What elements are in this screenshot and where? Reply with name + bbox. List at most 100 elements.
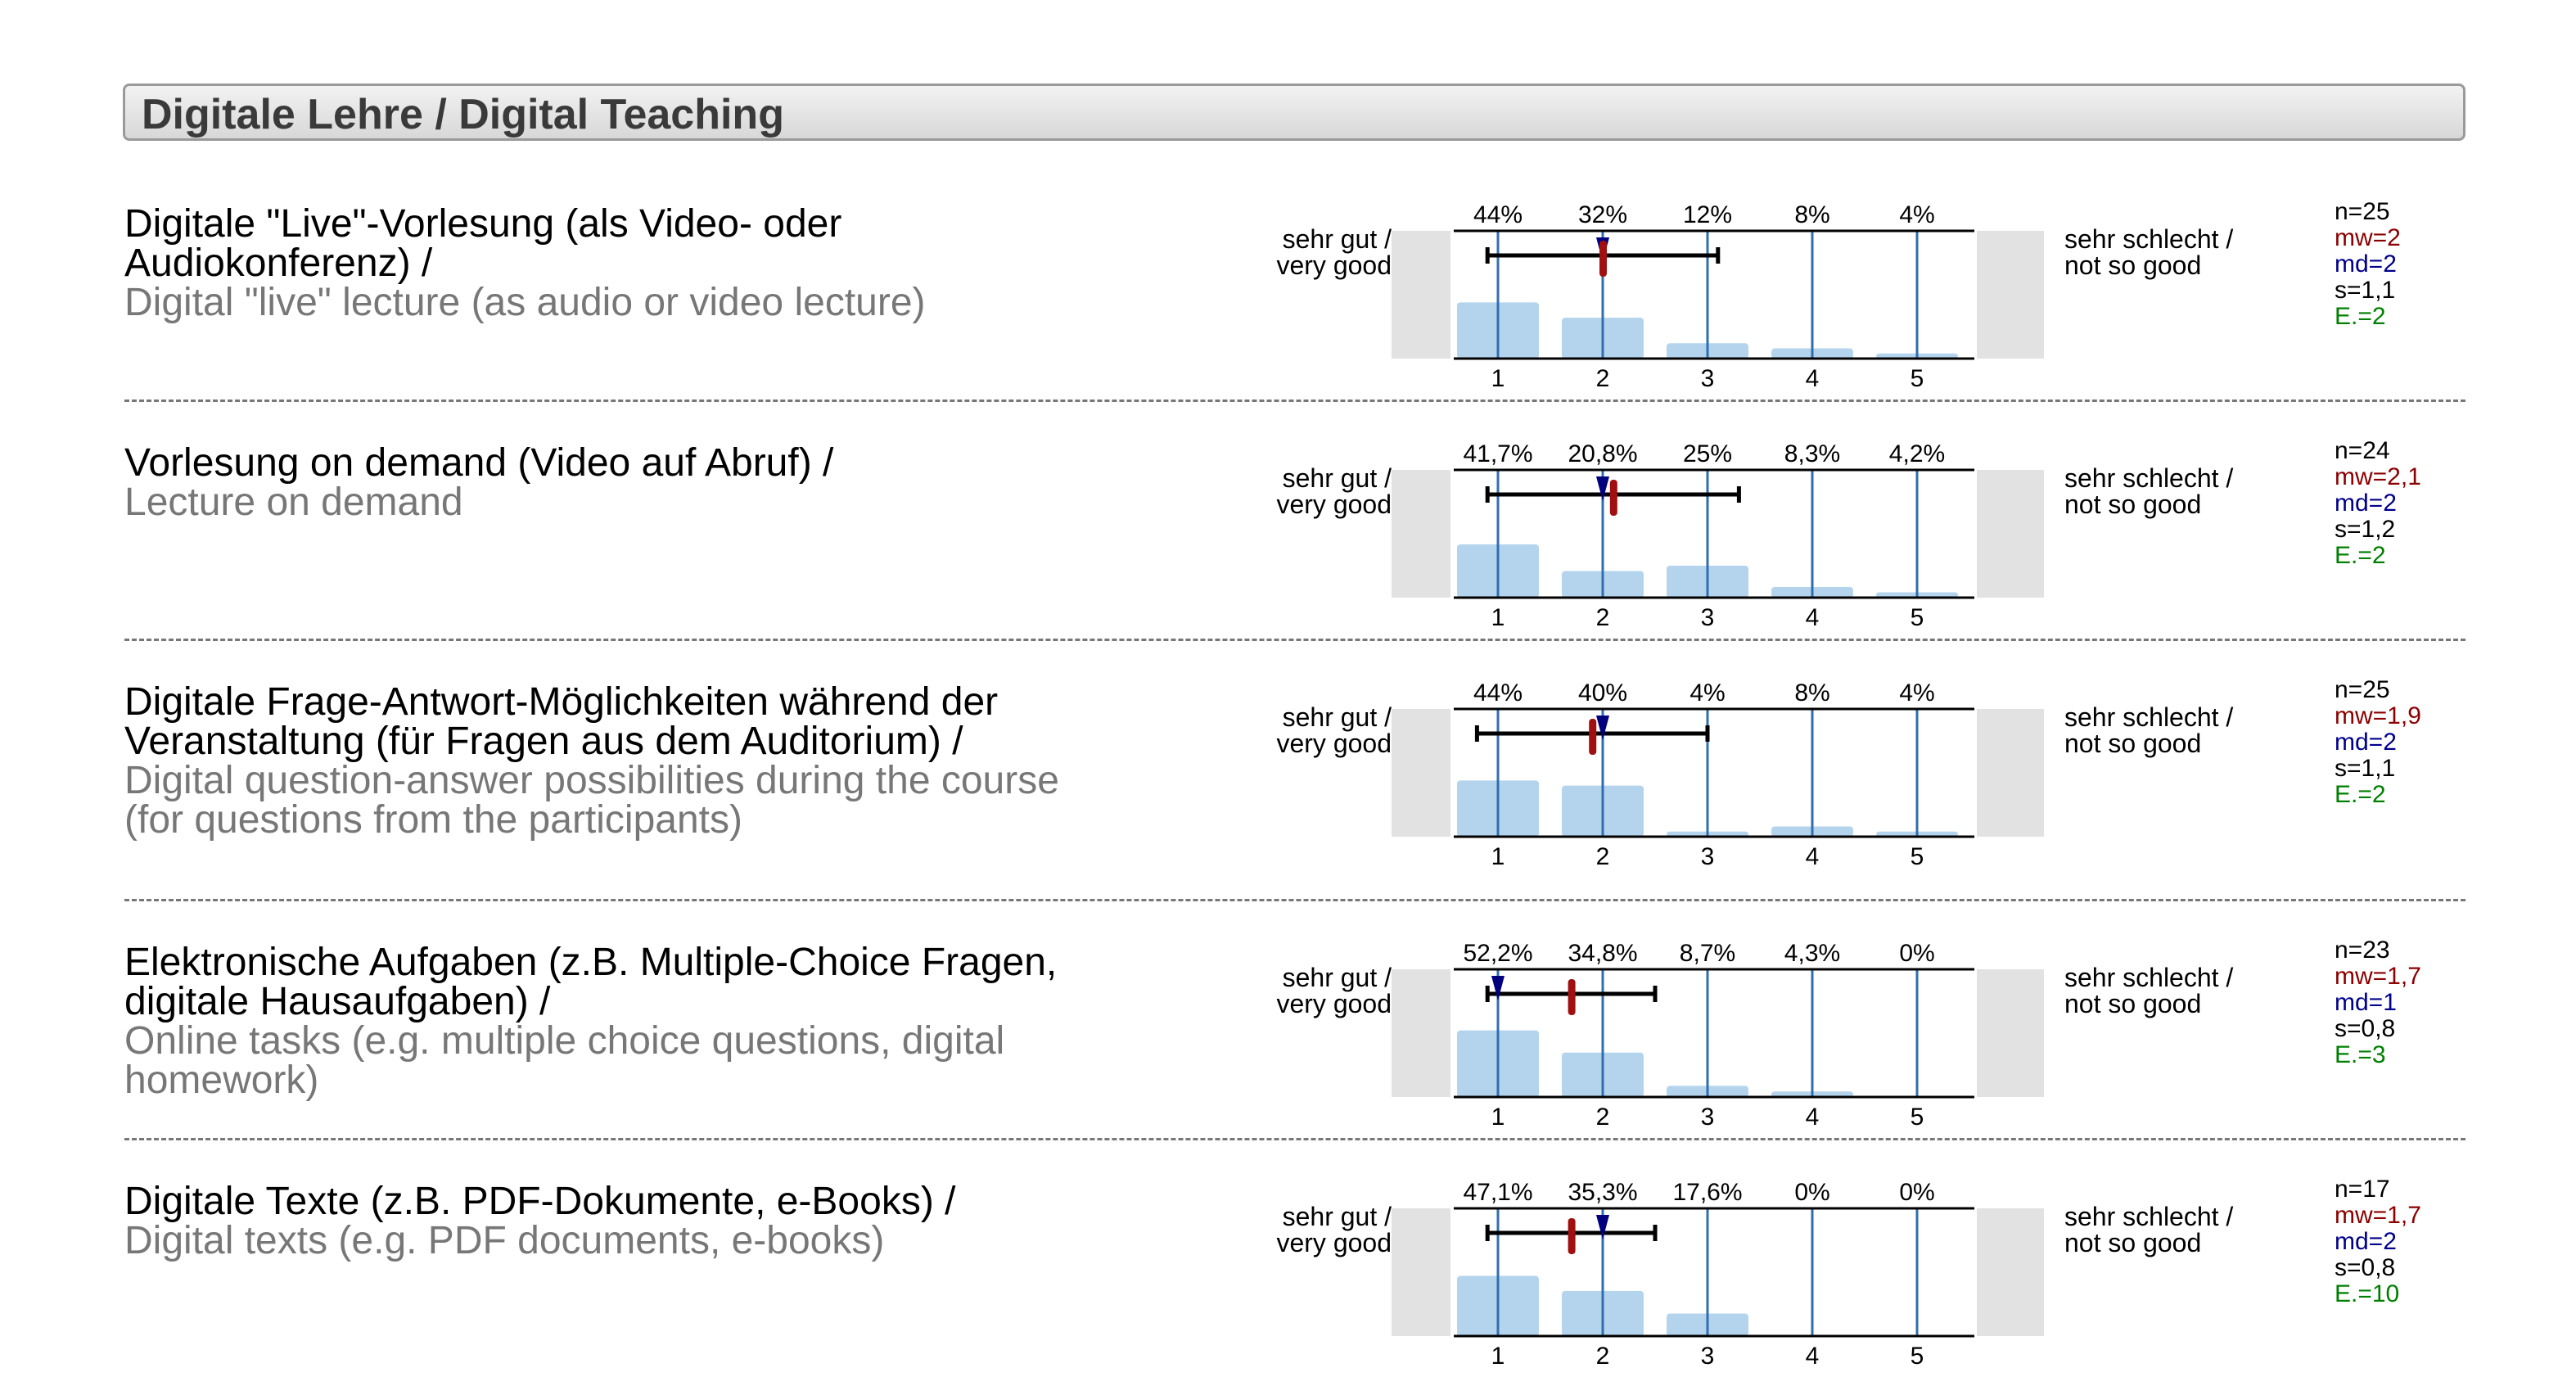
percent-label: 4% [1690,679,1725,707]
scale-label-right-en: not so good [2064,989,2202,1018]
scale-label-left-de: sehr gut / [1282,1202,1392,1231]
question-text: Elektronische Aufgaben (z.B. Multiple-Ch… [124,943,1123,1100]
stat-n: n=17 [2335,1176,2390,1203]
percent-label: 32% [1578,201,1627,228]
scale-label-left-en: very good [1276,1228,1392,1257]
scale-label-right-de: sehr schlecht / [2064,463,2234,493]
row-divider [124,1138,2465,1140]
side-panel-right [1977,709,2044,837]
percent-label: 12% [1683,201,1732,228]
tick-label: 3 [1701,1343,1715,1370]
median-marker [1491,976,1505,1000]
stat-sd: s=1,2 [2335,516,2396,543]
percent-label: 44% [1473,679,1523,707]
scale-label-left: sehr gut / very good [1228,465,1392,517]
row-divider [124,400,2465,402]
scale-label-left-de: sehr gut / [1282,702,1392,732]
scale-label-right-de: sehr schlecht / [2064,224,2234,254]
stat-sd: s=1,1 [2335,755,2396,782]
scale-label-left: sehr gut / very good [1228,964,1392,1017]
scale-label-left: sehr gut / very good [1228,1203,1392,1256]
rating-chart: 44% 32% 12% 8% 4% 1 2 3 4 5 [1392,201,2044,392]
scale-label-left-en: very good [1276,490,1392,519]
percent-label: 8% [1794,679,1829,707]
stat-n: n=25 [2335,198,2390,225]
percent-label: 0% [1899,940,1934,967]
tick-label: 4 [1806,843,1820,870]
question-english: Online tasks (e.g. multiple choice quest… [124,1019,1005,1102]
question-english: Lecture on demand [124,481,463,524]
percent-label: 35,3% [1568,1179,1637,1206]
question-text: Digitale "Live"-Vorlesung (als Video- od… [124,205,1123,323]
percent-label: 34,8% [1568,940,1637,967]
side-panel-right [1977,1208,2044,1336]
row-divider [124,899,2465,901]
stat-median: md=2 [2335,251,2397,278]
tick-label: 3 [1701,843,1715,870]
rating-chart: 44% 40% 4% 8% 4% 1 2 3 4 5 [1392,679,2044,870]
stat-mean: mw=2,1 [2335,463,2421,490]
rating-chart: 41,7% 20,8% 25% 8,3% 4,2% 1 2 3 4 5 [1392,440,2044,631]
tick-label: 5 [1911,365,1924,392]
stat-abstentions: E.=2 [2335,303,2386,330]
percent-label: 0% [1899,1179,1934,1206]
percent-label: 47,1% [1463,1179,1532,1206]
percent-label: 52,2% [1463,940,1532,967]
side-panel-left [1392,1208,1450,1336]
side-panel-left [1392,470,1450,598]
stats-block: n=25 mw=2 md=2 s=1,1 E.=2 [2335,199,2401,330]
rating-chart: 52,2% 34,8% 8,7% 4,3% 0% 1 2 3 4 5 [1392,940,2044,1131]
percent-label: 17,6% [1672,1179,1742,1206]
percent-label: 4,2% [1889,440,1945,467]
side-panel-left [1392,709,1450,837]
median-marker [1596,716,1609,740]
percent-label: 41,7% [1463,440,1532,467]
percent-label: 8% [1794,201,1829,228]
scale-label-right-en: not so good [2064,490,2202,519]
stat-abstentions: E.=10 [2335,1280,2400,1307]
stat-mean: mw=1,9 [2335,702,2421,729]
scale-label-right-en: not so good [2064,251,2202,280]
tick-label: 1 [1491,365,1505,392]
tick-label: 2 [1596,1104,1610,1131]
stat-abstentions: E.=2 [2335,781,2386,808]
section-header: Digitale Lehre / Digital Teaching [123,84,2465,141]
percent-label: 4% [1899,679,1934,707]
mean-marker [1568,979,1576,1015]
median-marker [1596,476,1609,501]
percent-label: 0% [1794,1179,1829,1206]
stat-abstentions: E.=3 [2335,1041,2386,1068]
tick-label: 2 [1596,604,1610,631]
tick-label: 4 [1806,1343,1820,1370]
mean-marker [1568,1218,1576,1254]
tick-label: 1 [1491,1343,1505,1370]
side-panel-left [1392,969,1450,1097]
mean-marker [1599,241,1607,277]
percent-label: 8,7% [1680,940,1735,967]
scale-label-right-de: sehr schlecht / [2064,963,2234,992]
question-german: Digitale "Live"-Vorlesung (als Video- od… [124,202,842,285]
scale-label-right-en: not so good [2064,1228,2202,1257]
scale-label-right: sehr schlecht / not so good [2064,226,2310,278]
question-german: Vorlesung on demand (Video auf Abruf) / [124,441,834,485]
row-divider [124,639,2465,641]
scale-label-right-de: sehr schlecht / [2064,1202,2234,1231]
stat-median: md=2 [2335,490,2397,517]
tick-label: 5 [1911,843,1924,870]
scale-label-left-en: very good [1276,989,1392,1018]
scale-label-left-en: very good [1276,729,1392,758]
question-text: Digitale Frage-Antwort-Möglichkeiten wäh… [124,683,1123,840]
stat-median: md=2 [2335,1228,2397,1255]
tick-label: 4 [1806,365,1820,392]
tick-label: 1 [1491,604,1505,631]
question-english: Digital question-answer possibilities du… [124,759,1059,842]
tick-label: 4 [1806,604,1820,631]
question-german: Digitale Frage-Antwort-Möglichkeiten wäh… [124,680,999,763]
scale-label-right: sehr schlecht / not so good [2064,964,2310,1017]
stat-n: n=25 [2335,676,2390,703]
mean-marker [1589,719,1597,755]
percent-label: 44% [1473,201,1523,228]
scale-label-right: sehr schlecht / not so good [2064,1203,2310,1256]
median-marker [1596,1215,1609,1239]
tick-label: 2 [1596,843,1610,870]
